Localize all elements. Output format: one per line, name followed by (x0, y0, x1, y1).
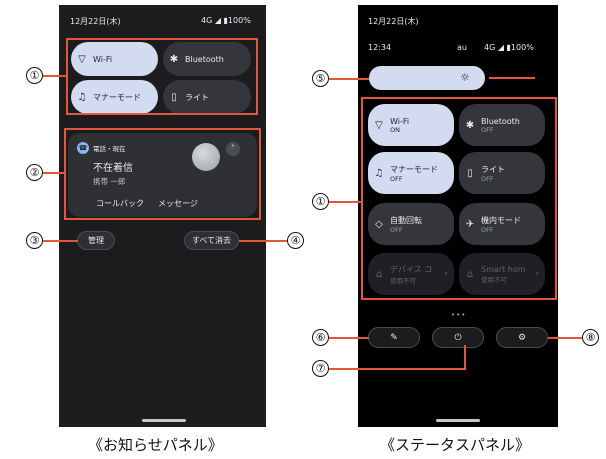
status-indicators: 4G ◢ ▮100% (484, 43, 534, 52)
brightness-slider[interactable]: ☼ (369, 66, 535, 90)
status-indicators: 4G ◢ ▮100% (201, 16, 251, 25)
callout-line-7-vertical (464, 345, 466, 369)
gear-icon: ⚙ (517, 332, 527, 343)
brightness-sun-icon: ☼ (460, 71, 470, 84)
pencil-icon: ✎ (390, 332, 398, 343)
gesture-bar (436, 419, 480, 422)
status-date: 12月22日(木) (70, 17, 121, 26)
callout-line-8 (548, 337, 582, 339)
callout-8: ⑧ (582, 329, 599, 346)
callout-4: ④ (287, 232, 304, 249)
callout-line-4 (239, 240, 287, 242)
callout-line-2 (43, 172, 64, 174)
power-icon: ⏻ (454, 332, 462, 343)
callout-line-7-horizontal (329, 368, 466, 370)
callout-line-3 (43, 240, 78, 242)
callout-line-1-right (329, 201, 361, 203)
callout-line-1-left (43, 75, 66, 77)
manage-button[interactable]: 管理 (77, 231, 115, 250)
settings-button[interactable]: ⚙ (496, 327, 548, 348)
caption-status-panel: 《ステータスパネル》 (380, 436, 531, 454)
callout-1-left: ① (26, 67, 43, 84)
callout-line-5 (329, 78, 369, 80)
callout-line-6 (329, 337, 369, 339)
caption-notification-panel: 《お知らせパネル》 (88, 436, 223, 454)
edit-button[interactable]: ✎ (368, 327, 420, 348)
callout-6: ⑥ (312, 329, 329, 346)
callout-5: ⑤ (312, 70, 329, 87)
clear-all-button[interactable]: すべて消去 (184, 231, 239, 250)
callout-2: ② (26, 164, 43, 181)
callout-3: ③ (26, 232, 43, 249)
annotation-box-quick-settings (66, 38, 258, 115)
annotation-box-status-tiles (361, 97, 557, 300)
gesture-bar (142, 419, 186, 422)
power-button[interactable]: ⏻ (432, 327, 484, 348)
status-date: 12月22日(木) (368, 17, 419, 26)
carrier-name: au (457, 43, 467, 52)
callout-7: ⑦ (312, 360, 329, 377)
brightness-slider-track (489, 77, 535, 79)
page-indicator: ••• (451, 311, 467, 319)
callout-1-right: ① (312, 193, 329, 210)
annotation-box-notification (64, 128, 261, 220)
clock-time: 12:34 (368, 43, 392, 52)
